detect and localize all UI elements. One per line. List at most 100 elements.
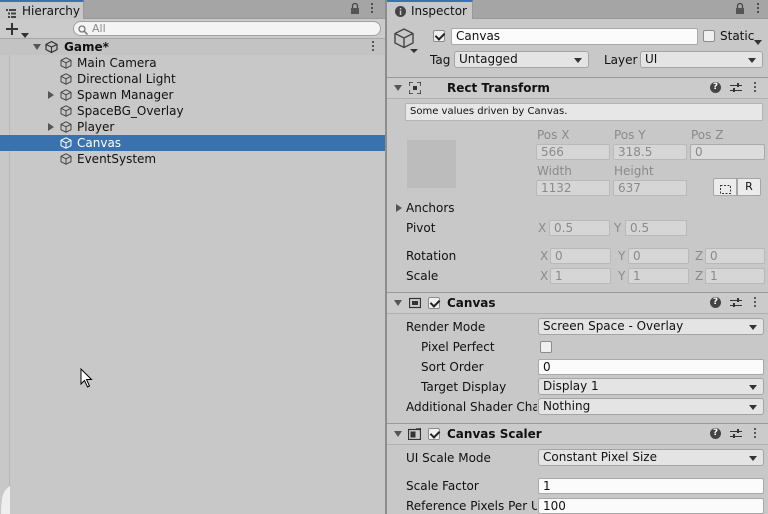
anchor-preset-widget[interactable] bbox=[407, 140, 456, 188]
search-input[interactable]: All bbox=[73, 21, 381, 36]
hierarchy-item-label: Player bbox=[77, 120, 115, 134]
rect-transform-header[interactable]: Rect Transform ? bbox=[387, 77, 768, 99]
collapse-arrow-icon[interactable] bbox=[394, 85, 402, 91]
render-mode-label: Render Mode bbox=[406, 320, 486, 334]
component-menu-icon[interactable] bbox=[753, 297, 757, 309]
hierarchy-item-spacebg-overlay[interactable]: SpaceBG_Overlay bbox=[0, 103, 385, 119]
canvas-enabled-checkbox[interactable] bbox=[428, 297, 440, 309]
expand-arrow-icon[interactable] bbox=[48, 91, 54, 99]
scale-x-field[interactable]: 1 bbox=[550, 268, 611, 284]
static-dropdown-arrow-icon[interactable] bbox=[754, 34, 762, 45]
raw-edit-button[interactable]: R bbox=[737, 178, 761, 196]
object-name-field[interactable]: Canvas bbox=[451, 28, 698, 45]
canvas-scaler-title: Canvas Scaler bbox=[447, 427, 542, 441]
reference-pixels-field[interactable]: 100 bbox=[538, 498, 764, 514]
scale-label: Scale bbox=[406, 269, 439, 283]
gameobject-cube-icon bbox=[60, 121, 72, 133]
tab-inspector[interactable]: Inspector bbox=[387, 0, 473, 19]
canvas-component-header[interactable]: Canvas ? bbox=[387, 292, 768, 314]
height-field[interactable]: 637 bbox=[613, 180, 687, 196]
scale-z-field[interactable]: 1 bbox=[705, 268, 765, 284]
target-display-label: Target Display bbox=[421, 380, 507, 394]
add-icon[interactable] bbox=[5, 22, 19, 36]
mouse-cursor-icon bbox=[80, 367, 94, 389]
help-icon[interactable]: ? bbox=[710, 82, 721, 93]
scrollbar-handle[interactable] bbox=[0, 486, 10, 514]
collapse-arrow-icon[interactable] bbox=[394, 431, 402, 437]
pivot-x-field[interactable]: 0.5 bbox=[549, 220, 610, 236]
render-mode-dropdown[interactable]: Screen Space - Overlay bbox=[538, 318, 764, 335]
help-icon[interactable]: ? bbox=[710, 297, 721, 308]
gameobject-large-icon bbox=[394, 28, 418, 54]
unity-scene-icon bbox=[45, 40, 58, 54]
rotation-x-field[interactable]: 0 bbox=[550, 248, 611, 264]
pos-z-label: Pos Z bbox=[691, 128, 724, 142]
blueprint-mode-button[interactable] bbox=[713, 178, 737, 196]
hierarchy-item-main-camera[interactable]: Main Camera bbox=[0, 55, 385, 71]
more-options-icon[interactable] bbox=[370, 3, 374, 15]
shader-channels-label: Additional Shader Chan bbox=[406, 400, 537, 414]
component-menu-icon[interactable] bbox=[753, 428, 757, 440]
gameobject-cube-icon bbox=[60, 73, 72, 85]
pivot-label: Pivot bbox=[406, 221, 436, 235]
rect-transform-icon bbox=[408, 81, 422, 95]
lock-icon[interactable] bbox=[350, 2, 360, 14]
target-display-dropdown[interactable]: Display 1 bbox=[538, 378, 764, 395]
layer-dropdown[interactable]: UI bbox=[640, 51, 763, 68]
canvas-scaler-enabled-checkbox[interactable] bbox=[428, 428, 440, 440]
inspector-tab-label: Inspector bbox=[411, 4, 467, 18]
hierarchy-item-player[interactable]: Player bbox=[0, 119, 385, 135]
static-label: Static bbox=[720, 29, 755, 43]
tab-hierarchy[interactable]: Hierarchy bbox=[0, 0, 84, 19]
pixel-perfect-checkbox[interactable] bbox=[540, 341, 552, 353]
chevron-down-icon[interactable] bbox=[21, 27, 29, 38]
scale-factor-field[interactable]: 1 bbox=[538, 478, 764, 494]
pos-y-label: Pos Y bbox=[614, 128, 646, 142]
lock-icon[interactable] bbox=[735, 2, 745, 14]
scene-options-icon[interactable] bbox=[371, 41, 375, 53]
ui-scale-mode-dropdown[interactable]: Constant Pixel Size bbox=[538, 449, 764, 466]
inspector-panel: Inspector Canvas Static Tag Untagged Lay… bbox=[387, 0, 768, 514]
hierarchy-item-spawn-manager[interactable]: Spawn Manager bbox=[0, 87, 385, 103]
tag-dropdown[interactable]: Untagged bbox=[454, 51, 589, 68]
pos-z-field[interactable]: 0 bbox=[690, 144, 765, 160]
width-field[interactable]: 1132 bbox=[536, 180, 610, 196]
scale-x-axis-label: X bbox=[540, 269, 549, 283]
inspector-tabbar: Inspector bbox=[387, 0, 768, 19]
rotation-y-field[interactable]: 0 bbox=[628, 248, 689, 264]
search-icon bbox=[78, 24, 89, 36]
component-menu-icon[interactable] bbox=[753, 82, 757, 94]
scene-row[interactable]: Game* bbox=[0, 39, 385, 55]
hierarchy-item-directional-light[interactable]: Directional Light bbox=[0, 71, 385, 87]
rotation-z-field[interactable]: 0 bbox=[705, 248, 765, 264]
hierarchy-item-canvas[interactable]: Canvas bbox=[0, 135, 385, 151]
scene-name: Game* bbox=[64, 40, 109, 54]
expand-arrow-icon[interactable] bbox=[48, 123, 54, 131]
object-active-checkbox[interactable] bbox=[433, 30, 445, 42]
expand-arrow-icon[interactable] bbox=[33, 44, 41, 50]
presets-icon[interactable] bbox=[730, 429, 742, 439]
reference-pixels-label: Reference Pixels Per Ur bbox=[406, 499, 537, 513]
presets-icon[interactable] bbox=[730, 83, 742, 93]
scale-y-field[interactable]: 1 bbox=[628, 268, 689, 284]
rotation-label: Rotation bbox=[406, 249, 457, 263]
shader-channels-dropdown[interactable]: Nothing bbox=[538, 398, 764, 415]
sort-order-label: Sort Order bbox=[421, 360, 484, 374]
pos-y-field[interactable]: 318.5 bbox=[613, 144, 687, 160]
rect-transform-title: Rect Transform bbox=[447, 81, 550, 95]
help-icon[interactable]: ? bbox=[710, 428, 721, 439]
presets-icon[interactable] bbox=[730, 298, 742, 308]
static-checkbox[interactable] bbox=[703, 30, 715, 42]
driven-note: Some values driven by Canvas. bbox=[405, 103, 763, 121]
gameobject-cube-icon bbox=[60, 89, 72, 101]
more-options-icon[interactable] bbox=[756, 3, 760, 15]
hierarchy-tabbar: Hierarchy bbox=[0, 0, 385, 19]
collapse-arrow-icon[interactable] bbox=[394, 300, 402, 306]
scale-factor-label: Scale Factor bbox=[406, 479, 479, 493]
hierarchy-item-eventsystem[interactable]: EventSystem bbox=[0, 151, 385, 167]
canvas-scaler-header[interactable]: Canvas Scaler ? bbox=[387, 423, 768, 445]
sort-order-field[interactable]: 0 bbox=[538, 359, 764, 375]
pos-x-field[interactable]: 566 bbox=[536, 144, 610, 160]
pivot-y-field[interactable]: 0.5 bbox=[625, 220, 687, 236]
anchors-expand-icon[interactable] bbox=[396, 204, 402, 212]
